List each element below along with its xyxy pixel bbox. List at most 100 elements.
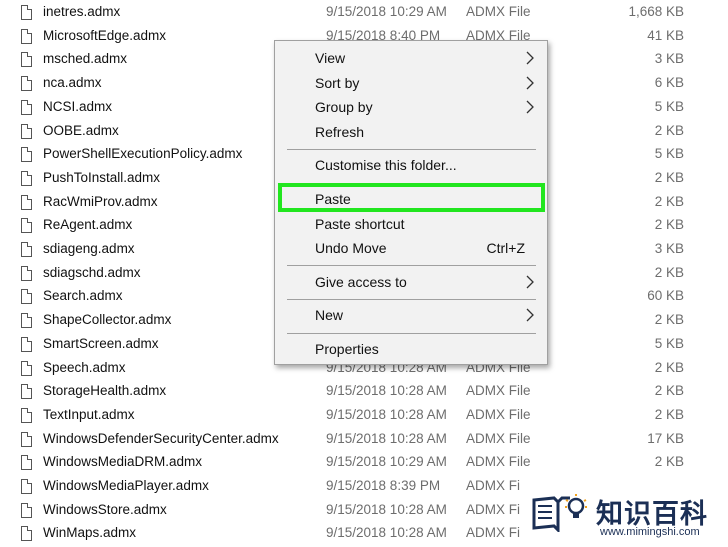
- file-size: 41 KB: [647, 27, 684, 43]
- file-row[interactable]: WindowsDefenderSecurityCenter.admx 9/15/2…: [0, 429, 728, 453]
- menu-item-new[interactable]: New: [275, 304, 547, 326]
- file-name: WindowsMediaPlayer.admx: [43, 478, 209, 493]
- menu-separator: [287, 298, 536, 300]
- file-icon: [21, 194, 32, 210]
- chevron-right-icon: [526, 308, 534, 322]
- file-name: Search.admx: [43, 288, 123, 304]
- file-name: PowerShellExecutionPolicy.admx: [43, 146, 243, 162]
- file-name: WindowsMediaDRM.admx: [43, 454, 203, 470]
- menu-item-customise-this-folder[interactable]: Customise this folder...: [275, 154, 547, 176]
- menu-item-group-by[interactable]: Group by: [275, 96, 547, 118]
- file-row[interactable]: TextInput.admx 9/15/2018 10:28 AM ADMX Fil…: [0, 405, 728, 429]
- file-icon: [21, 218, 32, 234]
- file-name: MicrosoftEdge.admx: [43, 27, 167, 43]
- file-size: 2 KB: [654, 217, 684, 233]
- menu-item-label: New: [315, 307, 344, 324]
- menu-item-undo-move[interactable]: Undo Move Ctrl+Z: [275, 237, 547, 259]
- file-icon: [21, 52, 32, 68]
- file-size: 1,668 KB: [628, 4, 684, 19]
- book-lightbulb-icon: [532, 494, 587, 532]
- paste-highlight-box: [278, 183, 545, 212]
- file-name: TextInput.admx: [43, 406, 135, 422]
- file-name: NCSI.admx: [43, 98, 113, 114]
- file-icon: [21, 76, 32, 92]
- menu-item-label: Properties: [315, 341, 379, 357]
- file-size: 6 KB: [654, 75, 684, 91]
- watermark: 知识百科 www.mimingshi.com: [530, 490, 728, 546]
- menu-item-refresh[interactable]: Refresh: [275, 121, 547, 143]
- file-icon: [21, 360, 32, 376]
- file-size: 2 KB: [654, 169, 684, 185]
- file-size: 2 KB: [654, 359, 684, 375]
- file-size: 5 KB: [654, 98, 684, 114]
- file-type: ADMX Fi: [466, 525, 520, 541]
- file-name: RacWmiProv.admx: [43, 193, 158, 209]
- menu-separator: [287, 265, 536, 267]
- file-name: Speech.admx: [43, 359, 126, 375]
- file-name: sdiageng.admx: [43, 241, 135, 256]
- file-icon: [21, 313, 32, 329]
- file-type: ADMX Fi: [466, 478, 520, 493]
- file-size: 2 KB: [654, 122, 684, 138]
- file-name: WindowsDefenderSecurityCenter.admx: [43, 430, 279, 446]
- file-size: 5 KB: [654, 146, 684, 162]
- file-name: WindowsStore.admx: [43, 501, 167, 517]
- file-name: StorageHealth.admx: [43, 383, 167, 399]
- file-type: ADMX File: [466, 454, 531, 470]
- file-icon: [21, 28, 32, 44]
- file-name: ReAgent.admx: [43, 217, 133, 233]
- file-name: msched.admx: [43, 51, 128, 67]
- file-size: 2 KB: [654, 383, 684, 399]
- file-type: ADMX Fi: [466, 501, 520, 517]
- file-row[interactable]: WindowsMediaDRM.admx 9/15/2018 10:29 AM AD…: [0, 452, 728, 476]
- file-size: 2 KB: [654, 454, 684, 470]
- file-type: ADMX File: [466, 4, 531, 19]
- menu-item-sort-by[interactable]: Sort by: [275, 72, 547, 94]
- file-name: sdiagschd.admx: [43, 264, 141, 280]
- file-date: 9/15/2018 10:29 AM: [326, 4, 447, 19]
- file-icon: [21, 455, 32, 471]
- file-type: ADMX File: [466, 383, 531, 399]
- menu-item-view[interactable]: View: [275, 47, 547, 69]
- chevron-right-icon: [526, 275, 534, 289]
- file-date: 9/15/2018 10:28 AM: [326, 383, 447, 399]
- file-date: 9/15/2018 8:39 PM: [326, 478, 441, 493]
- file-date: 9/15/2018 10:28 AM: [326, 406, 447, 422]
- menu-item-properties[interactable]: Properties: [275, 338, 547, 360]
- menu-item-label: Undo Move: [315, 240, 387, 257]
- file-icon: [21, 407, 32, 423]
- file-name: nca.admx: [43, 75, 102, 91]
- file-icon: [21, 123, 32, 139]
- file-icon: [21, 242, 32, 257]
- file-size: 3 KB: [654, 241, 684, 256]
- file-icon: [21, 170, 32, 186]
- file-icon: [21, 5, 32, 20]
- file-icon: [21, 336, 32, 352]
- file-name: inetres.admx: [43, 4, 121, 19]
- file-type: ADMX File: [466, 406, 531, 422]
- file-icon: [21, 431, 32, 447]
- file-icon: [21, 384, 32, 400]
- file-icon: [21, 526, 32, 542]
- menu-item-label: Group by: [315, 99, 373, 116]
- menu-item-label: Sort by: [315, 74, 360, 91]
- menu-item-label: Customise this folder...: [315, 157, 457, 174]
- file-row[interactable]: StorageHealth.admx 9/15/2018 10:28 AM ADMX…: [0, 381, 728, 405]
- file-name: ShapeCollector.admx: [43, 312, 172, 328]
- file-date: 9/15/2018 10:28 AM: [326, 501, 447, 517]
- file-size: 3 KB: [654, 51, 684, 67]
- menu-item-shortcut: Ctrl+Z: [486, 240, 526, 257]
- menu-item-paste-shortcut[interactable]: Paste shortcut: [275, 213, 547, 235]
- menu-item-give-access-to[interactable]: Give access to: [275, 271, 547, 293]
- menu-item-label: Give access to: [315, 273, 407, 290]
- file-size: 2 KB: [654, 312, 684, 328]
- file-icon: [21, 289, 32, 305]
- chevron-right-icon: [526, 100, 534, 114]
- file-icon: [21, 99, 32, 115]
- file-name: PushToInstall.admx: [43, 169, 161, 185]
- file-icon: [21, 147, 32, 163]
- file-row[interactable]: inetres.admx 9/15/2018 10:29 AM ADMX File 1…: [0, 2, 728, 26]
- file-size: 5 KB: [654, 335, 684, 351]
- menu-item-label: Refresh: [315, 123, 365, 140]
- file-date: 9/15/2018 10:29 AM: [326, 454, 447, 470]
